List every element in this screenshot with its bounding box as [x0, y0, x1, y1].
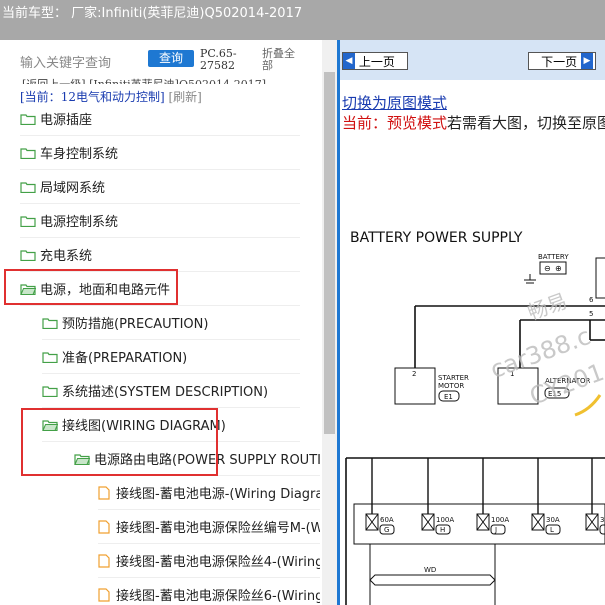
- pin-6: 6: [589, 296, 594, 304]
- mode-hint: 若需看大图，切换至原图模式: [447, 114, 605, 132]
- fuse-amp: 60A: [380, 516, 394, 524]
- fuse-amp: 100A: [436, 516, 454, 524]
- tree-doc-battery-power[interactable]: 接线图-蓄电池电源-(Wiring Diagram - Battery Powe…: [98, 476, 320, 510]
- folder-icon: [20, 181, 36, 193]
- tree-item-power-socket[interactable]: 电源插座: [20, 102, 300, 136]
- document-icon: [98, 553, 110, 568]
- tree-item-label: 局域网系统: [40, 181, 106, 196]
- folder-icon: [20, 113, 36, 125]
- viewer-toolbar: ◀ 上一页 下一页 ▶: [340, 40, 605, 80]
- tree-doc-fuse-6[interactable]: 接线图-蓄电池电源保险丝6-(Wiring Diagram): [98, 578, 320, 605]
- next-page-button[interactable]: 下一页 ▶: [528, 52, 596, 70]
- folder-icon: [20, 147, 36, 159]
- wiring-diagram-image[interactable]: BATTERY POWER SUPPLY BATTERY ⊖ ⊕ 6 5 2 S…: [340, 140, 605, 605]
- pin-5: 5: [589, 310, 593, 318]
- tree-item-preparation[interactable]: 准备(PREPARATION): [42, 340, 300, 374]
- tree-item-charging[interactable]: 充电系统: [20, 238, 300, 272]
- switch-original-link[interactable]: 切换为原图模式: [342, 92, 447, 113]
- tree-item-system-description[interactable]: 系统描述(SYSTEM DESCRIPTION): [42, 374, 300, 408]
- tree-item-label: 电源插座: [40, 113, 93, 128]
- starter-pin: 2: [412, 370, 416, 378]
- tree-item-label: 充电系统: [40, 249, 93, 264]
- fuse-code: L: [550, 526, 554, 534]
- battery-minus: ⊖: [544, 264, 551, 273]
- battery-plus: ⊕: [555, 264, 562, 273]
- highlight-box-power-ground: [4, 269, 178, 305]
- tree-doc-label: 接线图-蓄电池电源保险丝6-(Wiring Diagram): [116, 589, 320, 604]
- next-page-label: 下一页: [541, 55, 578, 69]
- fuse-amp: 30A: [546, 516, 560, 524]
- search-input[interactable]: 输入关键字查询: [20, 52, 111, 71]
- tree-doc-fuse-m[interactable]: 接线图-蓄电池电源保险丝编号M-(Wiring Diagram - Batter…: [98, 510, 320, 544]
- tree-doc-label: 接线图-蓄电池电源保险丝4-(Wiring Diagram): [116, 555, 320, 570]
- scrollbar-thumb[interactable]: [324, 72, 335, 434]
- folder-icon: [42, 385, 58, 397]
- fuse-code: G: [384, 526, 389, 534]
- viewer-pane: ◀ 上一页 下一页 ▶ 切换为原图模式 当前：预览模式若需看大图，切换至原图模式…: [340, 40, 605, 605]
- pc-code: PC.65-27582: [200, 47, 237, 72]
- wd-label: WD: [424, 566, 436, 574]
- watermark-swoosh: [574, 394, 602, 417]
- battery-label: BATTERY: [538, 253, 569, 261]
- prev-page-button[interactable]: ◀ 上一页: [342, 52, 408, 70]
- search-button[interactable]: 查询: [148, 50, 194, 67]
- tree-doc-label: 接线图-蓄电池电源-(Wiring Diagram - Battery Powe…: [116, 487, 320, 502]
- left-pane: 输入关键字查询 查询 PC.65-27582 折叠全部 [返回上一级] [Inf…: [0, 40, 337, 605]
- fuse-amp: 30A: [600, 516, 605, 524]
- document-icon: [98, 587, 110, 602]
- arrow-left-icon: ◀: [343, 53, 355, 69]
- fuse-code-box: [490, 524, 506, 535]
- folder-icon: [42, 351, 58, 363]
- mode-current: 当前：预览模式: [342, 114, 448, 132]
- document-icon: [98, 485, 110, 500]
- tree-item-label: 系统描述(SYSTEM DESCRIPTION): [62, 385, 269, 400]
- battery-box-edge: [595, 257, 605, 299]
- tree-item-power-control[interactable]: 电源控制系统: [20, 204, 300, 238]
- tree-item-label: 电源控制系统: [40, 215, 119, 230]
- title-bar: 当前车型： 厂家:Infiniti(英菲尼迪)Q502014-2017: [0, 0, 605, 40]
- fuse-code: J: [494, 526, 497, 534]
- fuse-group: 60AG100AH100AJ30AL30AM: [365, 458, 605, 535]
- tree-doc-fuse-4[interactable]: 接线图-蓄电池电源保险丝4-(Wiring Diagram): [98, 544, 320, 578]
- starter-label-2: MOTOR: [438, 382, 464, 390]
- folder-icon: [20, 215, 36, 227]
- tree-item-lan[interactable]: 局域网系统: [20, 170, 300, 204]
- tree-doc-label: 接线图-蓄电池电源保险丝编号M-(Wiring Diagram - Batter…: [116, 521, 320, 536]
- fuse-code: H: [440, 526, 445, 534]
- mode-status: 当前：预览模式若需看大图，切换至原图模式: [342, 112, 605, 133]
- arrow-right-icon: ▶: [581, 53, 593, 69]
- starter-label: STARTER: [438, 374, 469, 382]
- starter-code: E1: [444, 393, 453, 401]
- tree-item-label: 车身控制系统: [40, 147, 119, 162]
- folder-icon: [42, 317, 58, 329]
- document-icon: [98, 519, 110, 534]
- collapse-all-button[interactable]: 折叠全部: [262, 48, 304, 72]
- window-title: 当前车型： 厂家:Infiniti(英菲尼迪)Q502014-2017: [2, 6, 303, 21]
- tree-item-body-control[interactable]: 车身控制系统: [20, 136, 300, 170]
- tree-item-label: 预防措施(PRECAUTION): [62, 317, 209, 332]
- prev-page-label: 上一页: [358, 55, 395, 69]
- tree-item-label: 准备(PREPARATION): [62, 351, 188, 366]
- wd-harness: [369, 574, 496, 586]
- diagram-title: BATTERY POWER SUPPLY: [350, 230, 523, 246]
- folder-icon: [20, 249, 36, 261]
- fuse-amp: 100A: [491, 516, 509, 524]
- breadcrumb-back[interactable]: [返回上一级] [Infiniti英菲尼迪]Q502014-2017]: [22, 76, 266, 84]
- tree-item-precaution[interactable]: 预防措施(PRECAUTION): [42, 306, 300, 340]
- highlight-box-wiring-diagram: [21, 408, 218, 476]
